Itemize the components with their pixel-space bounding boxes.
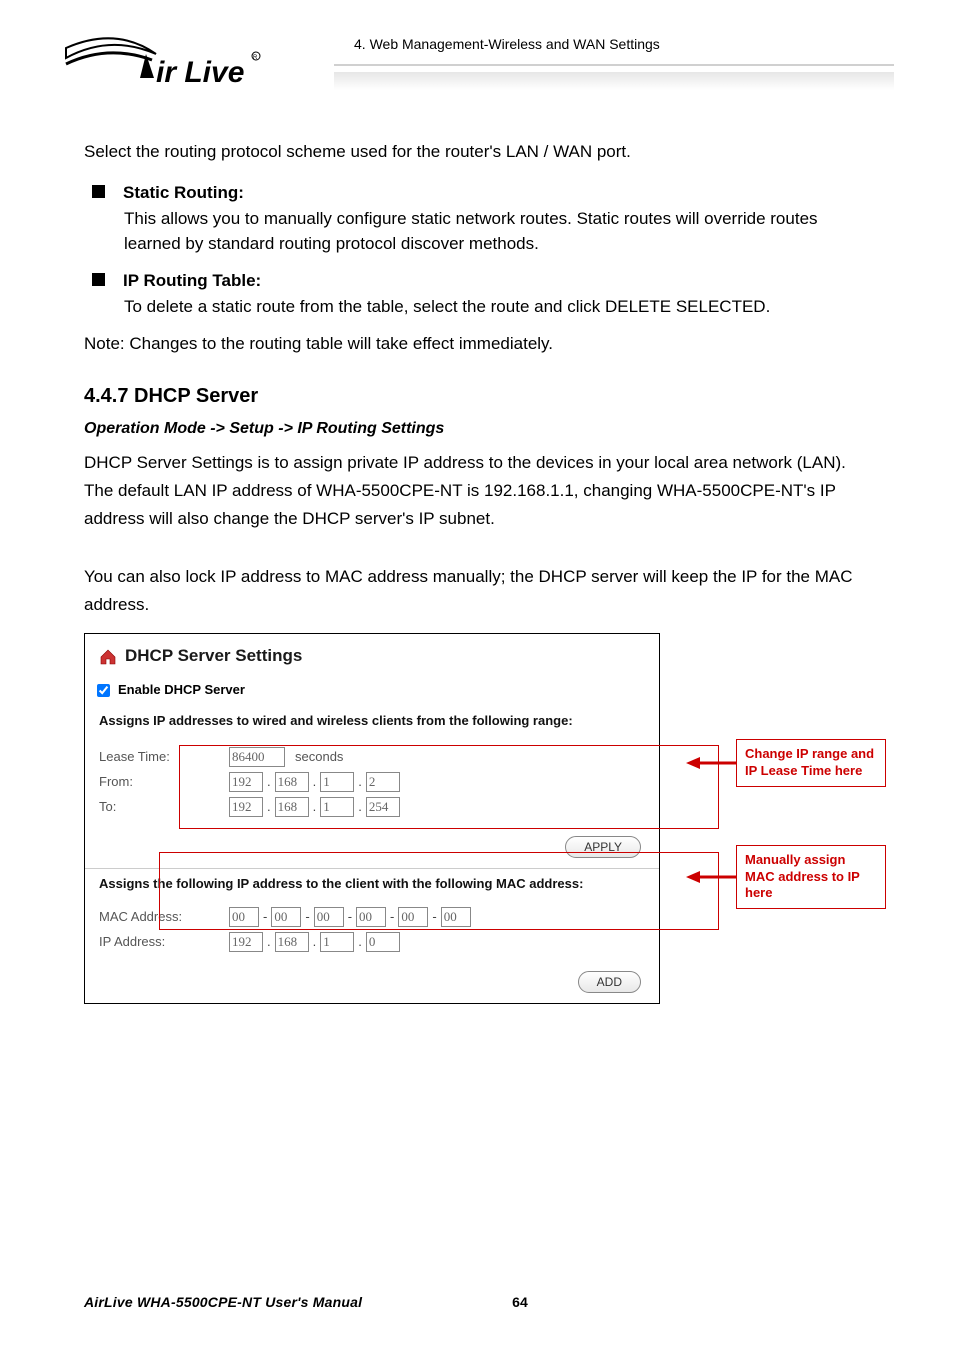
brand-logo: ir Live R xyxy=(60,30,270,100)
chapter-title: 4. Web Management-Wireless and WAN Setti… xyxy=(334,36,660,52)
bullet-body: To delete a static route from the table,… xyxy=(124,295,870,320)
ip-octet-1[interactable] xyxy=(229,932,263,952)
ip-octet-4[interactable] xyxy=(366,932,400,952)
mac-address-label: MAC Address: xyxy=(99,908,229,927)
from-label: From: xyxy=(99,773,229,792)
seconds-label: seconds xyxy=(295,748,343,767)
to-ip-octet-3[interactable] xyxy=(320,797,354,817)
dhcp-settings-panel: DHCP Server Settings Enable DHCP Server … xyxy=(84,633,660,1004)
bullet-ip-routing-table: IP Routing Table: To delete a static rou… xyxy=(84,269,870,320)
arrow-left-icon xyxy=(686,867,736,887)
mac-section-label: Assigns the following IP address to the … xyxy=(85,875,659,900)
lease-time-label: Lease Time: xyxy=(99,748,229,767)
bullet-title: IP Routing Table: xyxy=(123,269,261,294)
mac-octet-2[interactable] xyxy=(271,907,301,927)
intro-text: Select the routing protocol scheme used … xyxy=(84,140,870,165)
to-ip-octet-4[interactable] xyxy=(366,797,400,817)
add-button[interactable]: ADD xyxy=(578,971,641,993)
enable-dhcp-label: Enable DHCP Server xyxy=(118,681,245,700)
bullet-static-routing: Static Routing: This allows you to manua… xyxy=(84,181,870,257)
mac-octet-6[interactable] xyxy=(441,907,471,927)
mac-octet-1[interactable] xyxy=(229,907,259,927)
section-paragraph: DHCP Server Settings is to assign privat… xyxy=(84,449,870,533)
to-ip-octet-2[interactable] xyxy=(275,797,309,817)
square-bullet-icon xyxy=(92,273,105,286)
callout-mac: Manually assign MAC address to IP here xyxy=(736,845,886,910)
page-number: 64 xyxy=(512,1294,528,1310)
bullet-title: Static Routing: xyxy=(123,181,244,206)
apply-button[interactable]: APPLY xyxy=(565,836,641,858)
from-ip-octet-1[interactable] xyxy=(229,772,263,792)
panel-title: DHCP Server Settings xyxy=(125,644,302,669)
from-ip-octet-4[interactable] xyxy=(366,772,400,792)
section-paragraph: You can also lock IP address to MAC addr… xyxy=(84,563,870,619)
bullet-body: This allows you to manually configure st… xyxy=(124,207,870,256)
callout-range: Change IP range and IP Lease Time here xyxy=(736,739,886,787)
mac-octet-4[interactable] xyxy=(356,907,386,927)
note-text: Note: Changes to the routing table will … xyxy=(84,332,870,357)
lease-time-input[interactable] xyxy=(229,747,285,767)
ip-octet-2[interactable] xyxy=(275,932,309,952)
ip-address-label: IP Address: xyxy=(99,933,229,952)
to-label: To: xyxy=(99,798,229,817)
enable-dhcp-checkbox[interactable] xyxy=(97,684,110,697)
footer-manual-title: AirLive WHA-5500CPE-NT User's Manual xyxy=(84,1294,362,1310)
breadcrumb: Operation Mode -> Setup -> IP Routing Se… xyxy=(84,417,870,440)
range-section-label: Assigns IP addresses to wired and wirele… xyxy=(85,712,659,737)
to-ip-octet-1[interactable] xyxy=(229,797,263,817)
header-rule xyxy=(334,64,894,94)
mac-octet-5[interactable] xyxy=(398,907,428,927)
house-icon xyxy=(99,648,117,664)
square-bullet-icon xyxy=(92,185,105,198)
ip-octet-3[interactable] xyxy=(320,932,354,952)
brand-text: ir Live xyxy=(156,56,244,89)
svg-text:R: R xyxy=(253,55,258,61)
section-heading: 4.4.7 DHCP Server xyxy=(84,382,870,411)
from-ip-octet-2[interactable] xyxy=(275,772,309,792)
mac-octet-3[interactable] xyxy=(314,907,344,927)
from-ip-octet-3[interactable] xyxy=(320,772,354,792)
arrow-left-icon xyxy=(686,753,736,773)
